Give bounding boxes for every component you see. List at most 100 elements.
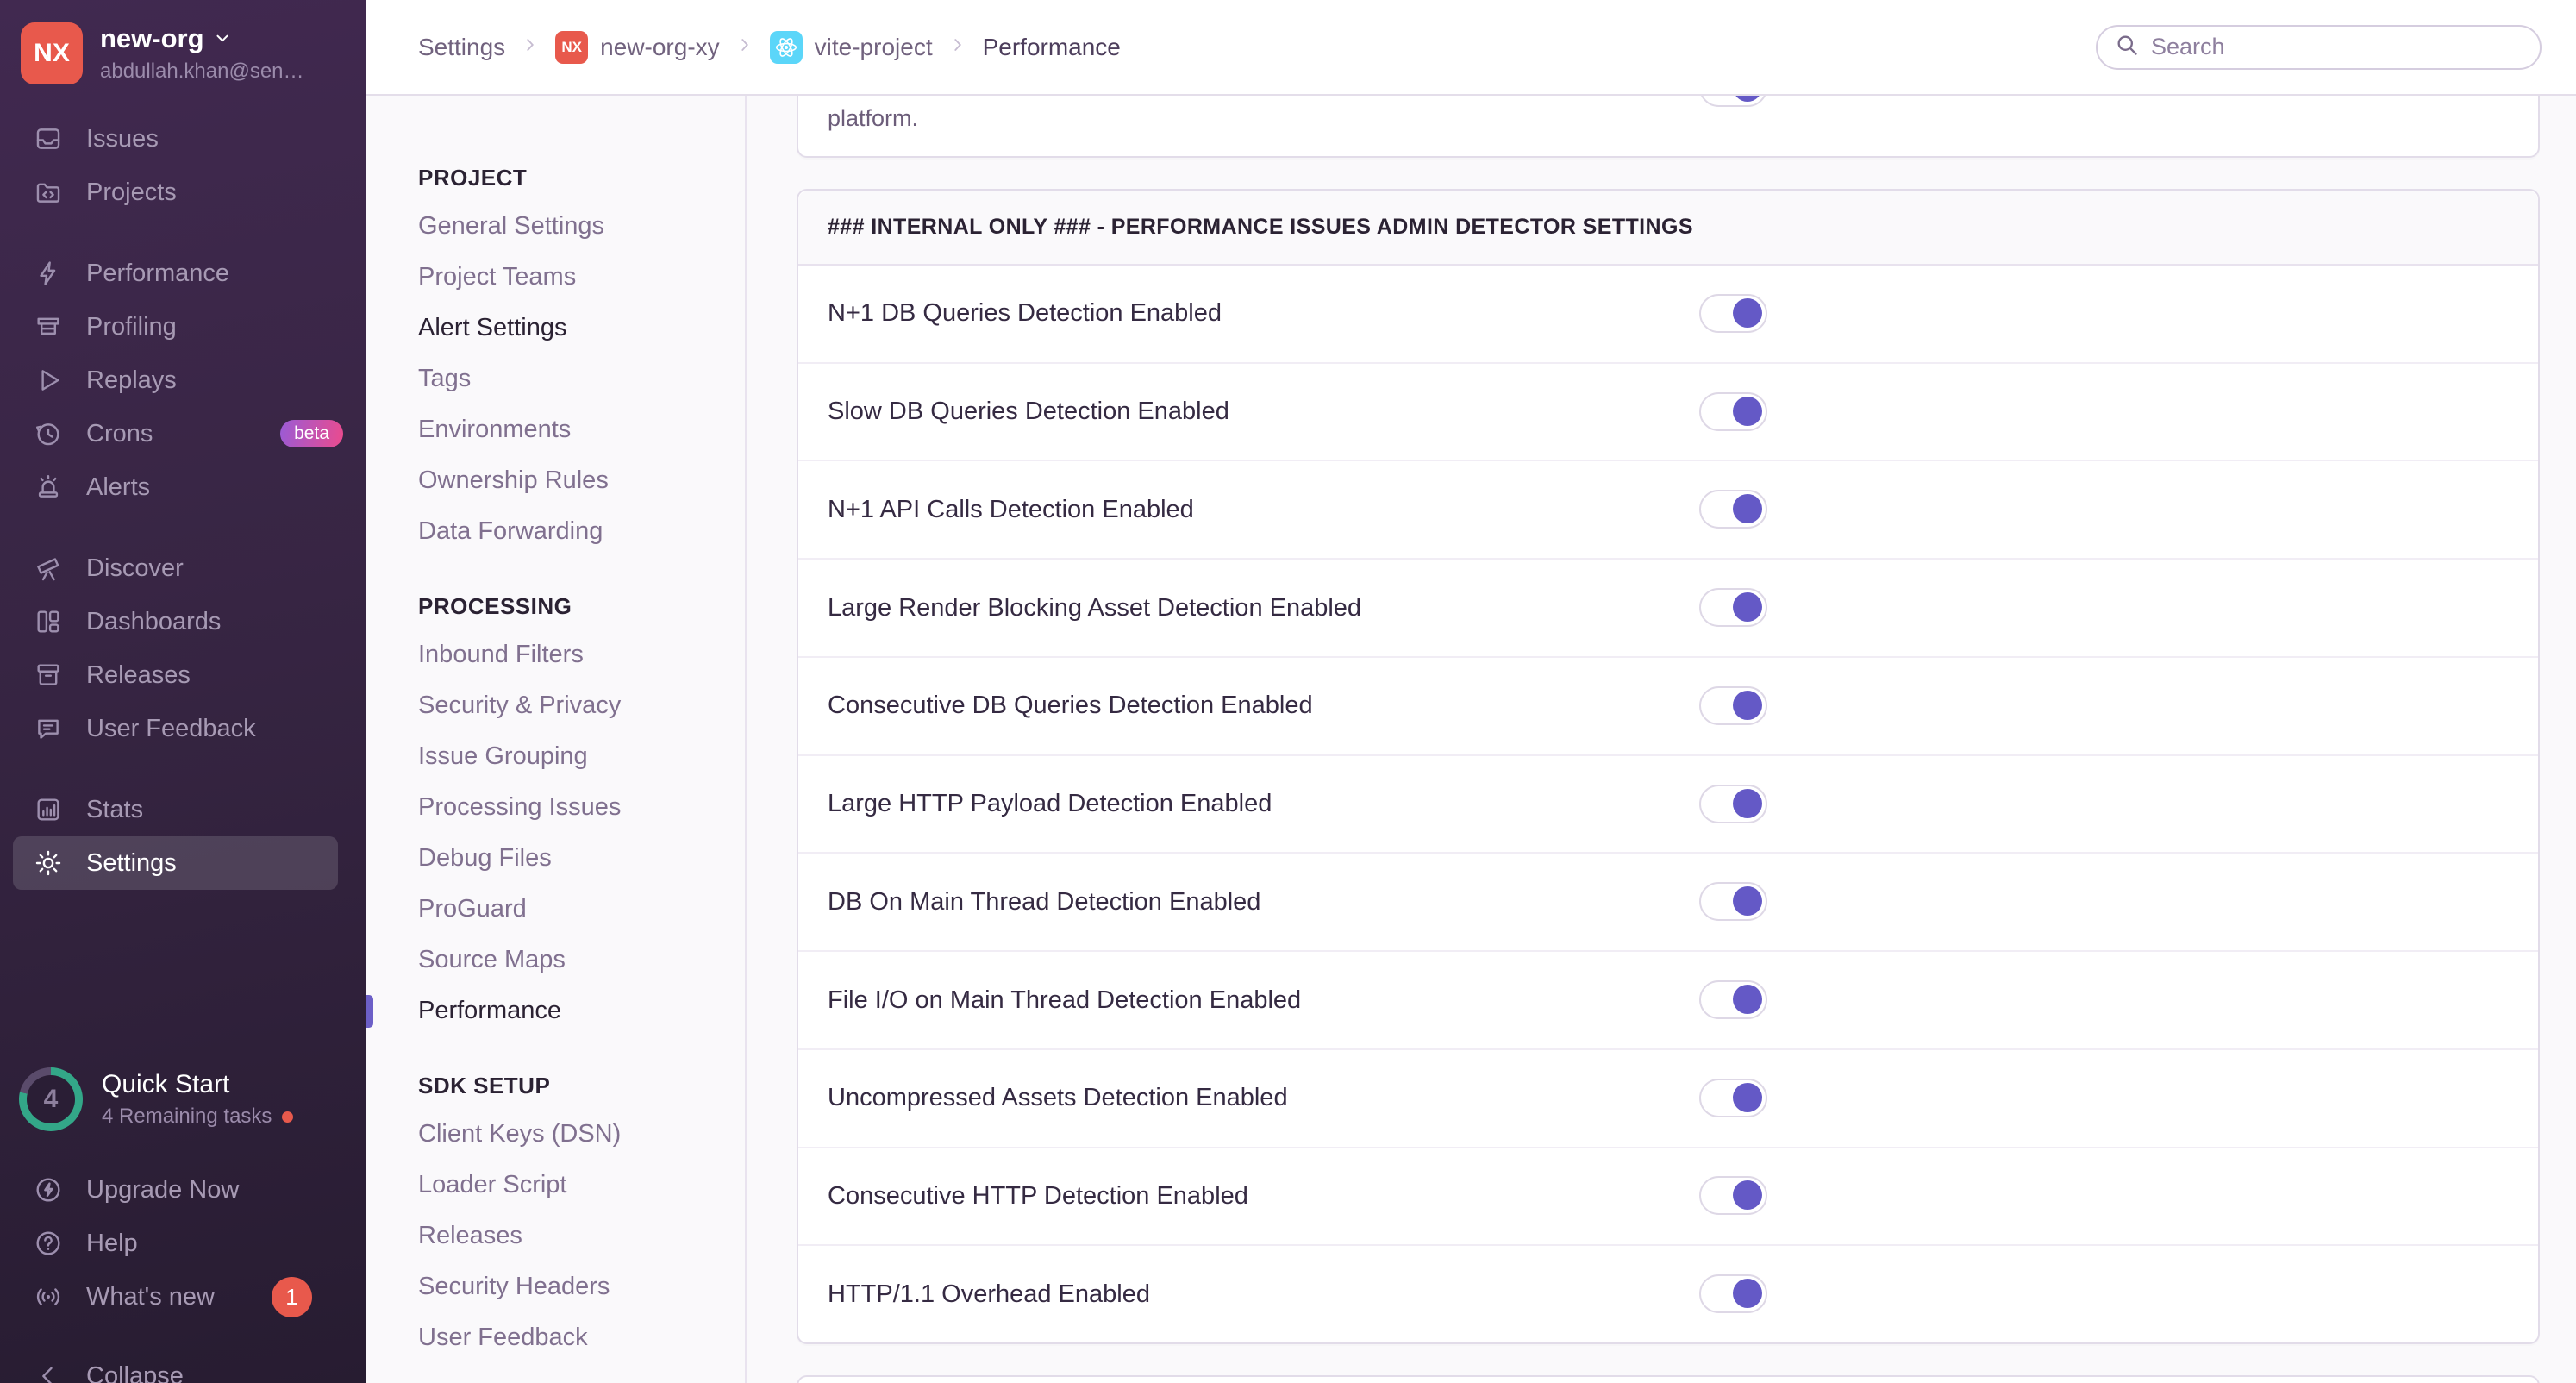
toggle-switch[interactable] <box>1699 1274 1767 1314</box>
detector-label: Consecutive HTTP Detection Enabled <box>828 1181 1248 1210</box>
sidebar-item-discover[interactable]: Discover <box>0 541 366 595</box>
sidebar-footer-collapse[interactable]: Collapse <box>0 1349 366 1383</box>
settings-nav-item-inbound-filters[interactable]: Inbound Filters <box>418 629 745 680</box>
detector-label: Consecutive DB Queries Detection Enabled <box>828 692 1313 720</box>
toggle-switch[interactable] <box>1699 1176 1767 1216</box>
primary-nav: Issues Projects Performance Profiling Replay… <box>0 112 366 890</box>
toggle-switch[interactable] <box>1699 391 1767 431</box>
detector-row: Consecutive DB Queries Detection Enabled <box>798 655 2538 754</box>
search-box[interactable] <box>2096 24 2542 70</box>
sidebar-item-label: Projects <box>86 178 177 206</box>
sidebar-footer-upgrade-now[interactable]: Upgrade Now <box>0 1163 366 1217</box>
toggle-knob <box>1733 985 1762 1014</box>
sidebar-item-issues[interactable]: Issues <box>0 112 366 166</box>
settings-nav-item-client-keys-dsn-[interactable]: Client Keys (DSN) <box>418 1109 745 1160</box>
settings-nav-item-issue-grouping[interactable]: Issue Grouping <box>418 731 745 782</box>
sidebar-item-dashboards[interactable]: Dashboards <box>0 595 366 648</box>
sidebar-item-crons[interactable]: Crons beta <box>0 407 366 460</box>
detector-label: HTTP/1.1 Overhead Enabled <box>828 1280 1150 1308</box>
settings-nav-item-general-settings[interactable]: General Settings <box>418 201 745 252</box>
settings-nav-item-alert-settings[interactable]: Alert Settings <box>418 303 745 354</box>
settings-nav-section: PROJECT General Settings Project Teams Aler… <box>418 165 745 557</box>
org-switcher[interactable]: NX new-org abdullah.khan@sen… <box>0 0 366 102</box>
toggle-knob <box>1733 297 1762 328</box>
sidebar-item-releases[interactable]: Releases <box>0 648 366 702</box>
breadcrumb-separator-icon <box>521 35 540 59</box>
detector-row: N+1 API Calls Detection Enabled <box>798 460 2538 558</box>
org-avatar: NX <box>21 22 83 84</box>
sidebar-item-alerts[interactable]: Alerts <box>0 460 366 514</box>
settings-nav-item-environments[interactable]: Environments <box>418 404 745 455</box>
sidebar-item-stats[interactable]: Stats <box>0 783 366 836</box>
settings-nav-item-security-privacy[interactable]: Security & Privacy <box>418 680 745 731</box>
detector-label: Large Render Blocking Asset Detection En… <box>828 593 1362 622</box>
quick-start-panel[interactable]: 4 Quick Start 4 Remaining tasks <box>0 1067 366 1131</box>
settings-nav-item-proguard[interactable]: ProGuard <box>418 884 745 935</box>
notification-dot <box>282 1111 294 1123</box>
sidebar-footer-what-s-new[interactable]: What's new 1 <box>0 1270 366 1324</box>
settings-nav-item-debug-files[interactable]: Debug Files <box>418 833 745 884</box>
breadcrumb-vite-project[interactable]: vite-project <box>769 30 933 64</box>
toggle-knob <box>1733 886 1762 917</box>
breadcrumb-performance: Performance <box>983 34 1121 61</box>
crons-icon <box>33 418 64 449</box>
upgrade-icon <box>33 1174 64 1205</box>
settings-nav-item-loader-script[interactable]: Loader Script <box>418 1160 745 1211</box>
toggle-switch[interactable] <box>1699 784 1767 823</box>
sidebar-footer-label: Collapse <box>86 1361 184 1383</box>
breadcrumb-settings[interactable]: Settings <box>418 34 505 61</box>
issues-icon <box>33 123 64 154</box>
toggle-switch[interactable] <box>1699 588 1767 628</box>
toggle-switch[interactable] <box>1699 980 1767 1019</box>
toggle-switch[interactable] <box>1699 882 1767 922</box>
sidebar-item-label: Settings <box>86 848 177 877</box>
detector-rows: N+1 DB Queries Detection Enabled Slow DB … <box>798 266 2538 1342</box>
sidebar-item-label: Dashboards <box>86 607 222 635</box>
projects-icon <box>33 177 64 208</box>
settings-nav-item-source-maps[interactable]: Source Maps <box>418 935 745 986</box>
toggle-knob <box>1733 690 1762 720</box>
toggle-switch[interactable] <box>1699 490 1767 529</box>
settings-nav-item-project-teams[interactable]: Project Teams <box>418 252 745 303</box>
toggle-switch[interactable] <box>1699 1078 1767 1117</box>
breadcrumb: Settings NX new-org-xy vite-project Performa… <box>418 30 1121 64</box>
breadcrumb-separator-icon <box>735 35 754 59</box>
breadcrumb-header: Settings NX new-org-xy vite-project Performa… <box>366 0 2576 96</box>
sidebar-footer-help[interactable]: Help <box>0 1217 366 1270</box>
sidebar-item-label: Releases <box>86 660 191 689</box>
settings-nav-item-tags[interactable]: Tags <box>418 354 745 404</box>
performance-icon <box>33 258 64 289</box>
settings-sub-nav: PROJECT General Settings Project Teams Aler… <box>366 96 747 1383</box>
settings-nav-item-data-forwarding[interactable]: Data Forwarding <box>418 506 745 557</box>
settings-nav-item-processing-issues[interactable]: Processing Issues <box>418 782 745 833</box>
settings-icon <box>33 848 64 879</box>
settings-nav-item-ownership-rules[interactable]: Ownership Rules <box>418 455 745 506</box>
detector-label: Slow DB Queries Detection Enabled <box>828 397 1229 426</box>
sidebar-item-projects[interactable]: Projects <box>0 166 366 219</box>
sidebar-item-profiling[interactable]: Profiling <box>0 300 366 354</box>
quick-start-title: Quick Start <box>102 1070 230 1098</box>
sidebar-item-settings[interactable]: Settings <box>13 836 338 890</box>
detector-label: N+1 API Calls Detection Enabled <box>828 495 1194 523</box>
settings-nav-section: PROCESSING Inbound Filters Security & Priv… <box>366 593 745 1036</box>
sidebar-item-label: Profiling <box>86 312 177 341</box>
sidebar-item-user-feedback[interactable]: User Feedback <box>0 702 366 755</box>
sidebar-item-label: Replays <box>86 366 177 394</box>
sidebar-item-replays[interactable]: Replays <box>0 354 366 407</box>
settings-nav-item-security-headers[interactable]: Security Headers <box>418 1261 745 1312</box>
app-sidebar: NX new-org abdullah.khan@sen… Issues Proj… <box>0 0 366 1383</box>
breadcrumb-new-org-xy[interactable]: NX new-org-xy <box>555 30 720 64</box>
toggle-knob <box>1733 494 1762 524</box>
detector-row: HTTP/1.1 Overhead Enabled <box>798 1244 2538 1342</box>
settings-nav-item-performance[interactable]: Performance <box>366 986 745 1036</box>
search-input[interactable] <box>2151 34 2523 60</box>
profiling-icon <box>33 311 64 342</box>
settings-nav-item-user-feedback[interactable]: User Feedback <box>418 1312 745 1363</box>
toggle-switch[interactable] <box>1699 293 1767 333</box>
toggle-knob <box>1733 396 1762 426</box>
sidebar-item-performance[interactable]: Performance <box>0 247 366 300</box>
toggle-switch[interactable] <box>1699 685 1767 725</box>
detector-label: DB On Main Thread Detection Enabled <box>828 887 1261 916</box>
settings-nav-item-releases[interactable]: Releases <box>418 1211 745 1261</box>
settings-nav-heading: SDK SETUP <box>418 1073 551 1098</box>
